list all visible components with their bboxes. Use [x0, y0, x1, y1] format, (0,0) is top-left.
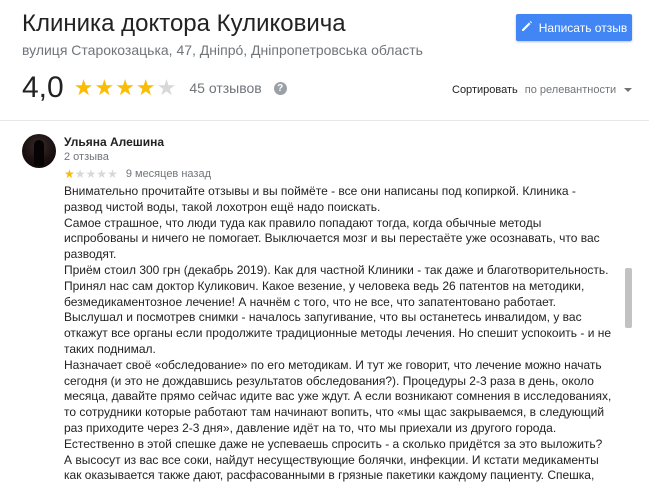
star-filled-icon: ★: [73, 75, 95, 100]
star-empty-icon: ★: [96, 167, 108, 181]
star-filled-icon: ★: [94, 75, 116, 100]
star-empty-icon: ★: [74, 167, 86, 181]
help-icon[interactable]: ?: [273, 81, 287, 95]
rating-stars: ★★★★★: [74, 75, 178, 101]
star-empty-icon: ★: [156, 75, 178, 100]
star-filled-icon: ★: [135, 75, 157, 100]
star-filled-icon: ★: [64, 167, 75, 181]
review-paragraph: Назначает своё «обследование» по его мет…: [64, 357, 612, 483]
average-rating: 4,0: [22, 71, 64, 104]
review-author[interactable]: Ульяна Алешина: [64, 135, 164, 149]
review-stars: ★★★★★: [64, 167, 118, 181]
review-count-link[interactable]: 45 отзывов: [189, 80, 261, 96]
star-empty-icon: ★: [85, 167, 97, 181]
pencil-icon: [521, 20, 533, 35]
star-empty-icon: ★: [107, 167, 118, 181]
review-paragraph: Самое страшное, что люди туда как правил…: [64, 215, 600, 262]
sort-value: по релевантности: [524, 84, 617, 96]
scrollbar[interactable]: [625, 268, 632, 328]
review-date: 9 месяцев назад: [125, 168, 211, 180]
place-title: Клиника доктора Куликовича: [22, 10, 346, 37]
star-filled-icon: ★: [115, 75, 136, 100]
caret-down-icon: [624, 88, 633, 93]
review-paragraph: Внимательно прочитайте отзывы и вы поймё…: [64, 184, 576, 214]
review-rating: ★★★★★ 9 месяцев назад: [64, 167, 211, 181]
sort-label: Сортировать: [452, 84, 518, 96]
divider: [0, 120, 649, 121]
author-review-count: 2 отзыва: [64, 151, 109, 163]
rating-summary: 4,0 ★★★★★ 45 отзывов ?: [22, 70, 287, 106]
review-text: Внимательно прочитайте отзывы и вы поймё…: [64, 184, 612, 484]
write-review-button[interactable]: Написать отзыв: [516, 14, 632, 41]
place-address: вулиця Старокозацька, 47, Дніпро́, Дніпр…: [22, 42, 423, 58]
review-paragraph: Приём стоил 300 грн (декабрь 2019). Как …: [64, 262, 612, 356]
sort-dropdown[interactable]: Сортировать по релевантности: [452, 84, 633, 96]
write-review-label: Написать отзыв: [538, 20, 628, 35]
avatar[interactable]: [22, 134, 56, 168]
